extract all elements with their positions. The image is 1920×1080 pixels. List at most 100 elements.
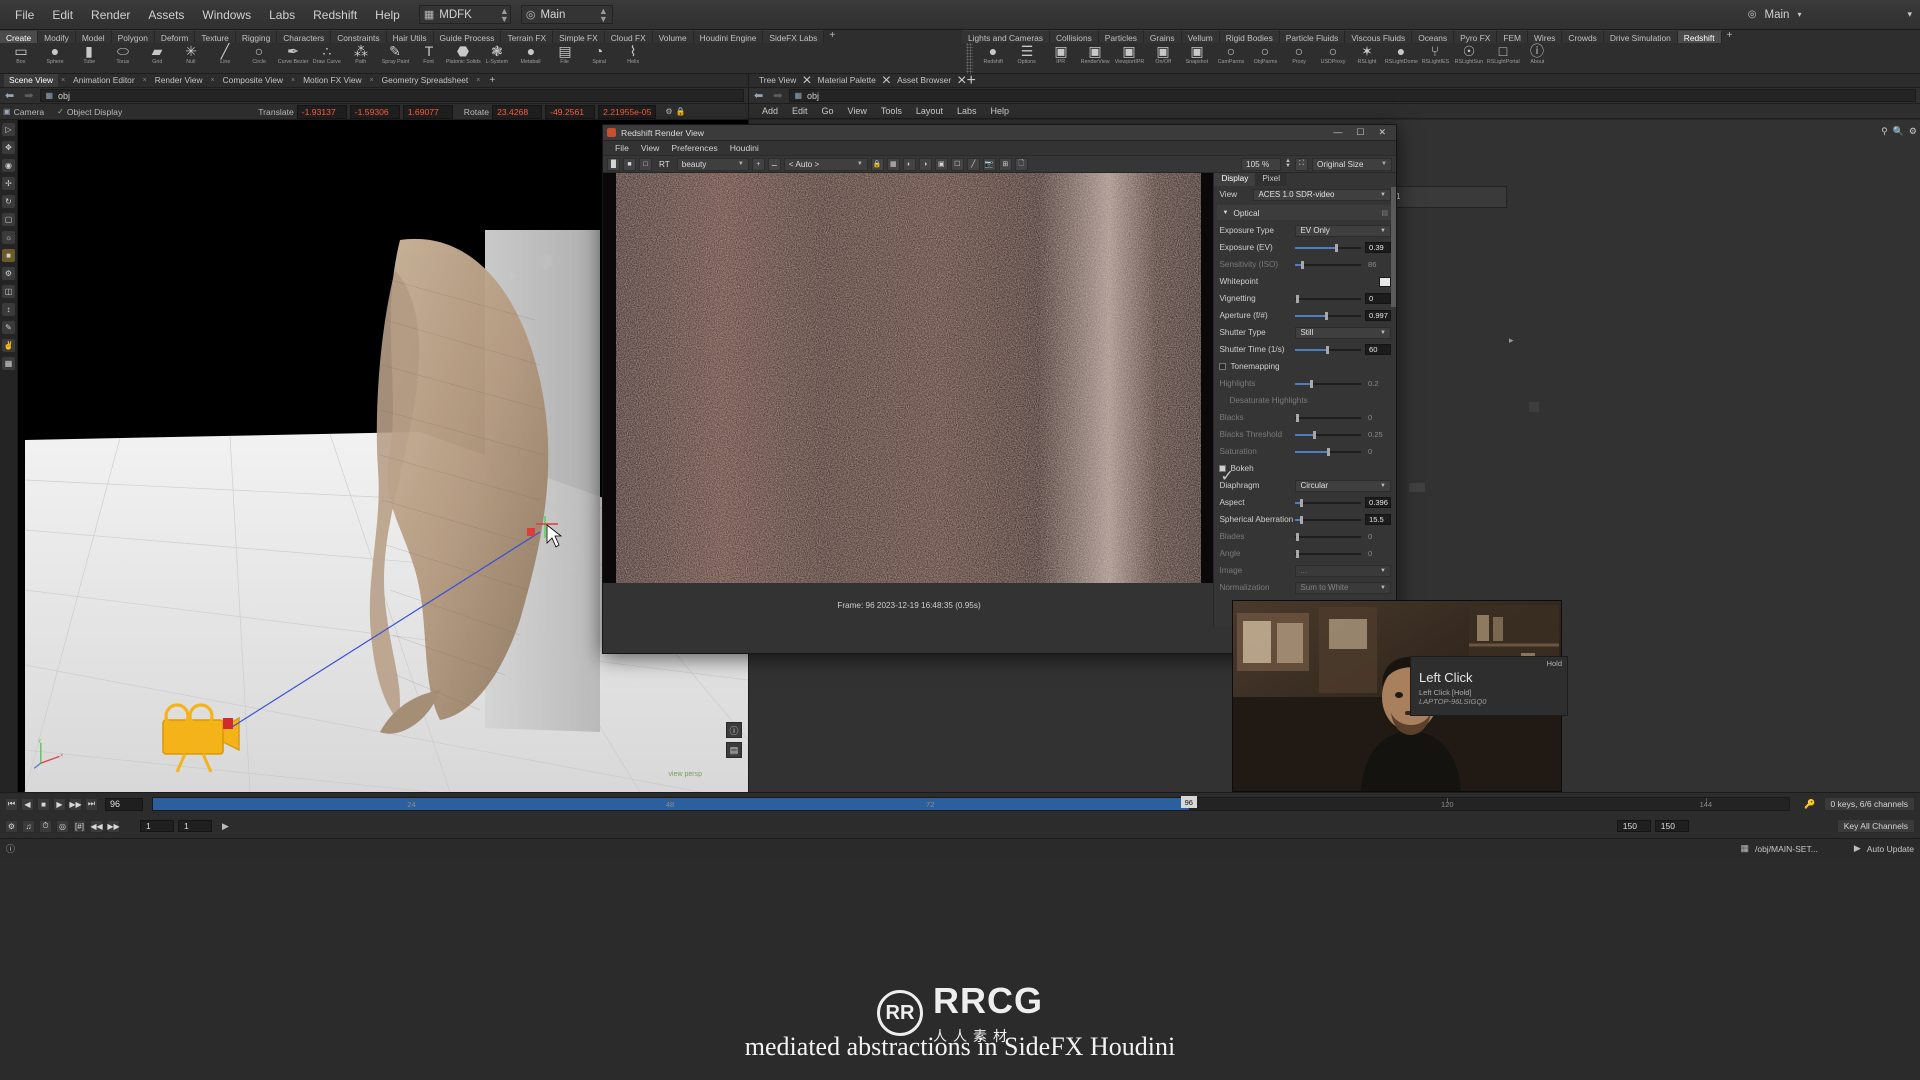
shelf-tab-r-drive-simulation[interactable]: Drive Simulation <box>1603 30 1678 43</box>
snap-icon[interactable]: ◎ <box>56 819 69 833</box>
shelf-gripper[interactable] <box>966 43 973 74</box>
desktop-spinner-icon[interactable]: ▲ ▼ <box>472 6 509 23</box>
paint-tool-icon[interactable]: ✎ <box>2 321 15 334</box>
scale-tool-icon[interactable]: ▢ <box>2 213 15 226</box>
shelf-tab-r-vellum[interactable]: Vellum <box>1181 30 1220 43</box>
shelf-tab-simple-fx[interactable]: Simple FX <box>553 30 605 43</box>
shelf-tool-about[interactable]: ⓘ About <box>1520 43 1554 74</box>
network-settings-icon[interactable]: ⚙ <box>1909 126 1917 137</box>
shelf-tool-platonic-solids[interactable]: ⬣ Platonic Solids <box>446 43 481 74</box>
snapping-tool-icon[interactable]: ⚙ <box>2 267 15 280</box>
zoom-spinner-icon[interactable]: ▲ ▼ <box>1285 158 1291 169</box>
layout-spinner-icon[interactable]: ▲ ▼ <box>571 6 608 23</box>
rotate-y-field[interactable]: -49.2561 <box>545 104 596 119</box>
network-menu-layout[interactable]: Layout <box>909 106 950 116</box>
view-transform-select[interactable]: ACES 1.0 SDR-video ▼ <box>1253 188 1391 201</box>
shelf-tool-sphere[interactable]: ● Sphere <box>38 43 72 74</box>
network-menu-add[interactable]: Add <box>755 106 785 116</box>
param-slider[interactable] <box>1295 430 1361 440</box>
lock-icon[interactable]: 🔒 <box>676 107 686 116</box>
measure-tool-icon[interactable]: ↕ <box>2 303 15 316</box>
window-help-icon[interactable]: ▾ <box>1907 9 1912 20</box>
crop-icon[interactable]: ☐ <box>950 157 964 171</box>
grid-overlay-icon[interactable]: ▦ <box>886 157 900 171</box>
tab-asset-browser[interactable]: Asset Browser <box>891 74 957 87</box>
network-forward-icon[interactable]: ➡ <box>768 89 787 102</box>
param-value-field[interactable]: 60 <box>1365 344 1391 355</box>
param-slider[interactable] <box>1295 294 1361 304</box>
network-menu-tools[interactable]: Tools <box>874 106 909 116</box>
optical-section-header[interactable]: ▼ Optical ▤ <box>1217 205 1393 220</box>
menu-item-assets[interactable]: Assets <box>139 5 193 25</box>
shelf-tab-create[interactable]: Create <box>0 30 39 43</box>
bokeh-row[interactable]: ✓ Bokeh <box>1214 460 1396 485</box>
shelf-tool-torus[interactable]: ⬭ Torus <box>106 43 140 74</box>
shelf-tab-characters[interactable]: Characters <box>277 30 332 43</box>
param-slider[interactable] <box>1295 243 1361 253</box>
shelf-tab-r-particle-fluids[interactable]: Particle Fluids <box>1279 30 1346 43</box>
shelf-tab-r-grains[interactable]: Grains <box>1143 30 1182 43</box>
param-color-swatch[interactable] <box>1379 276 1391 287</box>
slider-handle[interactable] <box>1325 345 1329 354</box>
menu-item-render[interactable]: Render <box>82 5 139 25</box>
render-region-icon[interactable]: □ <box>639 157 652 171</box>
channel-icon[interactable]: ◑ <box>918 157 932 171</box>
close-icon[interactable]: × <box>140 77 150 84</box>
shelf-tool-spray-paint[interactable]: ✎ Spray Paint <box>378 43 412 74</box>
network-menu-edit[interactable]: Edit <box>785 106 815 116</box>
stripes-icon[interactable]: ╱ <box>966 157 980 171</box>
shelf-tab-volume[interactable]: Volume <box>652 30 694 43</box>
shelf-tool-redshift[interactable]: ● Redshift <box>976 43 1010 74</box>
units-icon[interactable]: [#] <box>73 819 86 833</box>
slider-handle[interactable] <box>1300 498 1304 507</box>
param-slider[interactable] <box>1295 498 1361 508</box>
bokeh-checkbox[interactable]: ✓ <box>1219 465 1234 485</box>
shelf-tool-viewportipr[interactable]: ▣ ViewportIPR <box>1112 43 1146 74</box>
layout-selector[interactable]: ◎ Main ▲ ▼ <box>520 5 613 24</box>
menu-item-redshift[interactable]: Redshift <box>304 5 366 25</box>
light-tool-icon[interactable]: ☼ <box>2 231 15 244</box>
tab-motion-fx-view[interactable]: Motion FX View <box>298 74 367 87</box>
menu-item-file[interactable]: File <box>6 5 43 25</box>
params-scrollbar[interactable] <box>1391 187 1396 307</box>
shelf-tool-camparms[interactable]: ○ CamParms <box>1214 43 1248 74</box>
redshift-render-view-window[interactable]: Redshift Render View — ☐ ✕ File View Prefe… <box>602 124 1397 654</box>
slider-handle[interactable] <box>1300 260 1304 269</box>
rotate-tool-icon[interactable]: ↻ <box>2 195 15 208</box>
network-menu-view[interactable]: View <box>841 106 874 116</box>
aov-remove-icon[interactable]: ⚊ <box>767 157 781 171</box>
slider-handle[interactable] <box>1334 243 1338 252</box>
translate-y-field[interactable]: -1.59306 <box>349 104 400 119</box>
aov-add-icon[interactable]: + <box>751 157 765 171</box>
shelf-tool-l-system[interactable]: ❃ L-System <box>480 43 514 74</box>
network-path-input[interactable]: ▦ obj <box>789 89 1916 102</box>
stop-button[interactable]: ■ <box>37 797 50 811</box>
shelf-tool-rslightsun[interactable]: ☉ RSLightSun <box>1452 43 1486 74</box>
param-select[interactable]: Circular ▼ <box>1295 479 1391 492</box>
shelf-tool-tube[interactable]: ▮ Tube <box>72 43 106 74</box>
param-slider[interactable] <box>1295 532 1361 542</box>
param-select[interactable]: Sum to White ▼ <box>1295 581 1391 594</box>
tab-render-view[interactable]: Render View <box>150 74 208 87</box>
render-view-menu-file[interactable]: File <box>609 143 635 153</box>
scene-path-input[interactable]: ▦ obj <box>40 89 744 102</box>
tonemapping-checkbox[interactable] <box>1219 363 1227 370</box>
shelf-tab-r-pyro-fx[interactable]: Pyro FX <box>1454 30 1498 43</box>
render-view-menu-view[interactable]: View <box>635 143 665 153</box>
close-icon[interactable]: × <box>882 72 891 90</box>
shelf-tab-r-lights-and-cameras[interactable]: Lights and Cameras <box>962 30 1050 43</box>
maximize-button[interactable]: ☐ <box>1356 127 1364 138</box>
close-icon[interactable]: × <box>473 77 483 84</box>
shelf-tab-r-collisions[interactable]: Collisions <box>1049 30 1099 43</box>
timeline-track[interactable]: 24487296120144 96 <box>152 796 1791 811</box>
shelf-tool-rslightportal[interactable]: □ RSLightPortal <box>1486 43 1520 74</box>
shelf-tool-renderview[interactable]: ▣ RenderView <box>1078 43 1112 74</box>
shelf-tab-add-icon[interactable]: + <box>824 30 840 43</box>
shelf-tool-proxy[interactable]: ○ Proxy <box>1282 43 1316 74</box>
jump-start-button[interactable]: ⏮ <box>5 797 18 811</box>
render-canvas[interactable]: Frame: 96 2023-12-19 16:48:35 (0.95s) <box>603 173 1214 627</box>
shelf-tab-cloud-fx[interactable]: Cloud FX <box>604 30 653 43</box>
network-menu-go[interactable]: Go <box>815 106 841 116</box>
shelf-tool-spiral[interactable]: ◔ Spiral <box>582 43 616 74</box>
shelf-tool-file[interactable]: ▤ File <box>548 43 582 74</box>
